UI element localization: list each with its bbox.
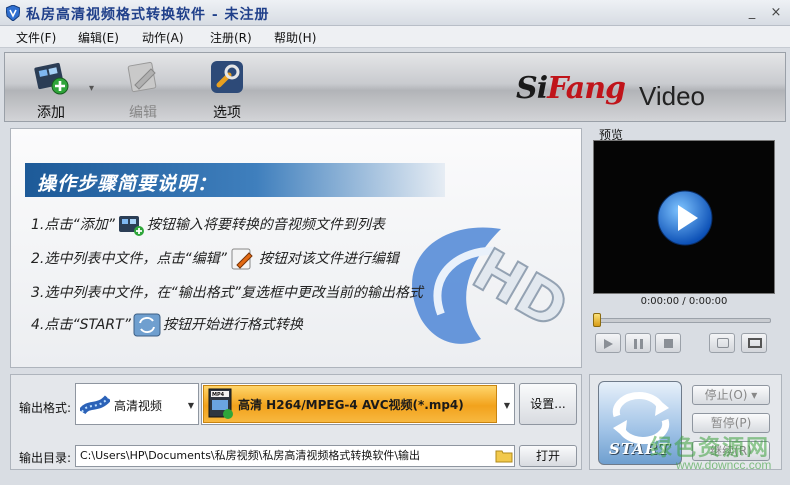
app-shield-icon [6,5,20,21]
options-button[interactable]: 选项 [197,59,257,121]
folder-icon[interactable] [495,449,513,463]
film-strip-icon [80,395,110,415]
step-1-text-b: 按钮输入将要转换的音视频文件到列表 [146,217,385,233]
options-label: 选项 [213,105,241,121]
fullscreen-icon [748,338,762,348]
pause-button[interactable] [625,333,651,353]
play-small-icon [604,339,613,349]
stop-convert-button[interactable]: 停止(O) ▾ [692,385,770,405]
format-category-select[interactable]: 高清视频 ▼ [75,383,199,425]
title-bar: 私房高清视频格式转换软件 - 未注册 _ × [0,0,790,26]
pause-icon [634,339,643,349]
add-film-icon [118,216,144,236]
video-screen[interactable] [593,140,775,294]
guide-step-4: 4.点击“START” 按钮开始进行格式转换 [31,313,303,337]
output-dir-label: 输出目录: [19,451,72,465]
format-profile-value: 高清 H264/MPEG-4 AVC视频(*.mp4) [238,398,464,412]
close-button[interactable]: × [768,5,784,21]
output-format-label: 输出格式: [19,401,72,415]
edit-pencil-icon [231,248,253,270]
step-3-text: 3.选中列表中文件，在“输出格式”复选框中更改当前的输出格式 [31,285,423,301]
minimize-button[interactable]: _ [744,5,760,21]
format-category-value: 高清视频 [114,399,163,413]
menu-register[interactable]: 注册(R) [210,29,252,46]
timecode: 0:00:00 / 0:00:00 [640,296,728,307]
add-button[interactable]: 添加 [21,59,81,121]
chevron-down-icon: ▾ [751,388,758,402]
step-2-text-a: 2.选中列表中文件，点击“编辑” [31,251,227,267]
chevron-down-icon: ▼ [187,401,194,410]
seek-thumb[interactable] [593,313,601,327]
edit-button[interactable]: 编辑 [113,59,173,121]
guide-step-1: 1.点击“添加” 按钮输入将要转换的音视频文件到列表 [31,213,385,237]
step-4-text-a: 4.点击“START” [31,317,131,333]
menu-file[interactable]: 文件(F) [16,29,56,46]
output-settings: 输出格式: 高清视频 ▼ MP4 高清 H264/MPEG-4 AVC视频(*.… [10,374,582,470]
menu-action[interactable]: 动作(A) [142,29,184,46]
fullscreen-button[interactable] [741,333,767,353]
stop-icon [664,339,673,348]
start-icon [133,313,161,337]
brand-part-si: Si [516,71,548,106]
brand-video-text: Video [638,81,705,111]
add-label: 添加 [37,105,65,121]
guide-step-3: 3.选中列表中文件，在“输出格式”复选框中更改当前的输出格式 [31,282,423,302]
step-2-text-b: 按钮对该文件进行编辑 [258,251,399,267]
add-dropdown-arrow-icon[interactable]: ▾ [89,83,94,94]
step-4-text-b: 按钮开始进行格式转换 [162,317,303,333]
step-1-text-a: 1.点击“添加” [31,217,115,233]
guide-title: 操作步骤简要说明： [37,173,218,195]
stop-button[interactable] [655,333,681,353]
add-film-icon [34,62,69,95]
camera-icon [717,338,729,348]
window-title: 私房高清视频格式转换软件 - 未注册 [26,7,270,23]
format-profile-select[interactable]: MP4 高清 H264/MPEG-4 AVC视频(*.mp4) ▼ [201,383,515,425]
preview-pane: 预览 0:00:00 / 0:00:00 [589,128,782,368]
play-button[interactable] [595,333,621,353]
brand-part-fang: Fang [547,71,626,106]
settings-button[interactable]: 设置... [519,383,577,425]
wrench-icon [211,61,243,93]
stop-label: 停止(O) [704,388,748,402]
menu-edit[interactable]: 编辑(E) [78,29,119,46]
menu-bar: 文件(F) 编辑(E) 动作(A) 注册(R) 帮助(H) [0,26,790,48]
menu-help[interactable]: 帮助(H) [274,29,316,46]
toolbar: 添加 ▾ 编辑 选项 SiFang Video [4,52,786,122]
edit-label: 编辑 [129,105,157,121]
watermark-url: www.downcc.com [676,458,772,472]
open-button[interactable]: 打开 [519,445,577,467]
mp4-file-icon: MP4 [208,388,233,419]
play-icon[interactable] [656,189,714,247]
edit-pencil-icon [127,61,157,93]
svg-text:MP4: MP4 [212,392,225,398]
chevron-down-icon: ▼ [503,401,510,410]
brand-logo: SiFang [516,71,626,106]
snapshot-button[interactable] [709,333,735,353]
instruction-panel: 操作步骤简要说明： HD 1.点击“添加” 按钮输入将要转换的音视频文件到列表 2… [10,128,582,368]
seek-track[interactable] [595,318,771,323]
guide-step-2: 2.选中列表中文件，点击“编辑” 按钮对该文件进行编辑 [31,247,399,271]
output-dir-field[interactable]: C:\Users\HP\Documents\私房视频\私房高清视频格式转换软件\… [75,445,515,467]
